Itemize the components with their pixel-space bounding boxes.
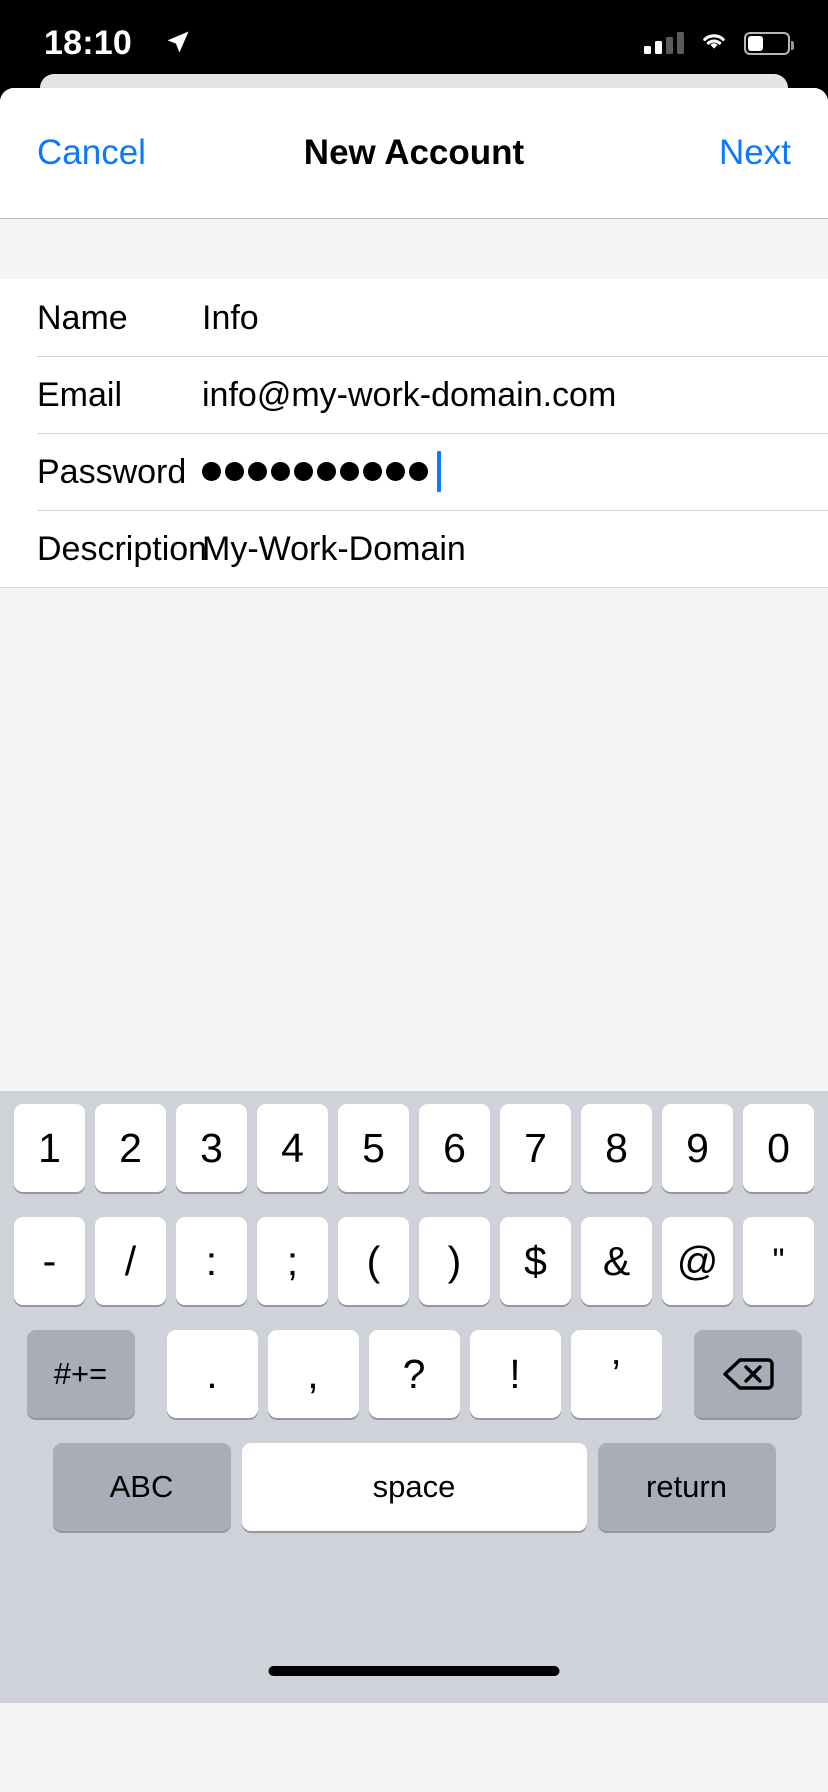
key-2[interactable]: 2 — [95, 1104, 166, 1192]
key-apostrophe[interactable]: ’ — [570, 1330, 662, 1418]
wifi-icon — [698, 29, 730, 58]
battery-icon — [744, 31, 794, 55]
key-dollar[interactable]: $ — [500, 1217, 571, 1305]
text-cursor — [437, 451, 441, 492]
iphone-screen: 18:10 Cancel New Account Next Name Info … — [0, 0, 828, 1792]
key-more-symbols[interactable]: #+= — [26, 1330, 135, 1418]
key-question[interactable]: ? — [368, 1330, 460, 1418]
onscreen-keyboard: 1 2 3 4 5 6 7 8 9 0 - / : ; ( ) $ & @ " … — [0, 1091, 828, 1703]
name-field-value[interactable]: Info — [202, 298, 259, 338]
form-row-description[interactable]: Description My-Work-Domain — [0, 510, 828, 587]
key-slash[interactable]: / — [95, 1217, 166, 1305]
key-hyphen[interactable]: - — [14, 1217, 85, 1305]
backspace-icon[interactable] — [693, 1330, 802, 1418]
form-row-email[interactable]: Email info@my-work-domain.com — [0, 356, 828, 433]
empty-content-area — [0, 588, 828, 1091]
form-row-password[interactable]: Password — [0, 433, 828, 510]
page-title: New Account — [303, 133, 525, 172]
key-4[interactable]: 4 — [257, 1104, 328, 1192]
key-1[interactable]: 1 — [14, 1104, 85, 1192]
description-field-value[interactable]: My-Work-Domain — [202, 529, 466, 569]
password-field-label: Password — [37, 452, 187, 491]
key-7[interactable]: 7 — [500, 1104, 571, 1192]
navigation-bar: Cancel New Account Next — [0, 88, 828, 219]
key-8[interactable]: 8 — [581, 1104, 652, 1192]
key-exclamation[interactable]: ! — [469, 1330, 561, 1418]
home-indicator[interactable] — [268, 1666, 560, 1676]
status-time: 18:10 — [44, 24, 132, 62]
key-abc[interactable]: ABC — [52, 1443, 231, 1531]
key-6[interactable]: 6 — [419, 1104, 490, 1192]
key-paren-close[interactable]: ) — [419, 1217, 490, 1305]
email-field-label: Email — [37, 375, 123, 414]
status-bar-indicators — [644, 28, 794, 58]
keyboard-row-numbers: 1 2 3 4 5 6 7 8 9 0 — [0, 1104, 828, 1192]
key-9[interactable]: 9 — [662, 1104, 733, 1192]
key-comma[interactable]: , — [267, 1330, 359, 1418]
key-3[interactable]: 3 — [176, 1104, 247, 1192]
keyboard-row-symbols: - / : ; ( ) $ & @ " — [0, 1217, 828, 1305]
key-5[interactable]: 5 — [338, 1104, 409, 1192]
keyboard-row-bottom: ABC space return — [0, 1443, 828, 1531]
password-field-value[interactable] — [202, 451, 441, 492]
description-field-label: Description — [37, 529, 208, 568]
next-button[interactable]: Next — [719, 132, 791, 174]
key-colon[interactable]: : — [176, 1217, 247, 1305]
location-arrow-icon — [164, 28, 192, 61]
section-gap — [0, 219, 828, 279]
form-row-name[interactable]: Name Info — [0, 279, 828, 356]
key-paren-open[interactable]: ( — [338, 1217, 409, 1305]
key-0[interactable]: 0 — [743, 1104, 814, 1192]
key-quote-double[interactable]: " — [743, 1217, 814, 1305]
key-space[interactable]: space — [241, 1443, 587, 1531]
account-form-list: Name Info Email info@my-work-domain.com … — [0, 279, 828, 588]
status-bar: 18:10 — [0, 0, 828, 84]
key-ampersand[interactable]: & — [581, 1217, 652, 1305]
key-return[interactable]: return — [597, 1443, 776, 1531]
key-period[interactable]: . — [166, 1330, 258, 1418]
email-field-value[interactable]: info@my-work-domain.com — [202, 375, 616, 415]
new-account-modal-sheet: Cancel New Account Next Name Info Email … — [0, 88, 828, 1792]
key-semicolon[interactable]: ; — [257, 1217, 328, 1305]
signal-bars-icon — [644, 32, 684, 54]
name-field-label: Name — [37, 298, 128, 337]
key-at[interactable]: @ — [662, 1217, 733, 1305]
keyboard-row-punctuation: #+= . , ? ! ’ — [0, 1330, 828, 1418]
